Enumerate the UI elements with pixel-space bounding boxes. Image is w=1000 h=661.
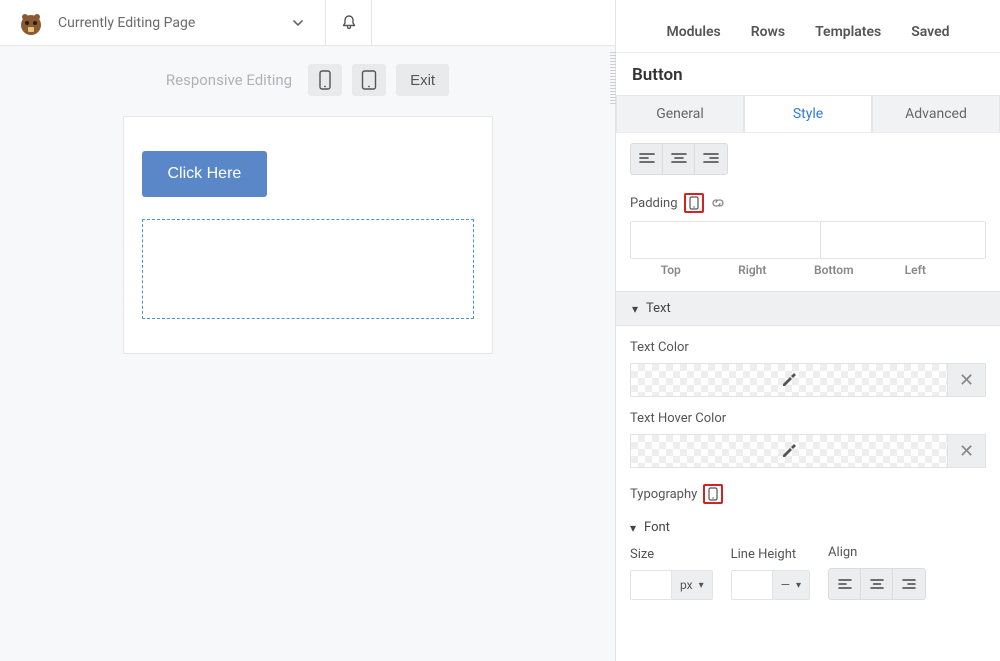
font-label: Font [644, 520, 670, 535]
font-subsection[interactable]: ▾ Font [630, 520, 986, 535]
eyedropper-icon [780, 371, 798, 389]
align-right-icon [703, 153, 719, 165]
align-center-icon [671, 153, 687, 165]
padding-bottom-label: Bottom [793, 263, 875, 277]
padding-top-input[interactable] [631, 222, 821, 258]
module-title: Button [616, 53, 1000, 95]
lineheight-unit-select[interactable]: — ▾ [772, 571, 809, 599]
typography-label: Typography [630, 487, 697, 502]
tablet-icon [361, 70, 377, 90]
align-left-button[interactable] [631, 144, 663, 174]
padding-inputs: px [630, 221, 986, 259]
lineheight-input[interactable] [732, 571, 772, 599]
panel-body: Padding px Top Right Bottom Left ▾ Text [616, 133, 1000, 661]
device-mobile-button[interactable] [308, 64, 342, 96]
subtab-style[interactable]: Style [744, 95, 872, 132]
align-label: Align [828, 545, 926, 560]
padding-right-label: Right [712, 263, 794, 277]
mobile-icon [318, 70, 332, 90]
lineheight-input-group: — ▾ [731, 570, 810, 600]
sub-tabs: General Style Advanced [616, 95, 1000, 133]
padding-device-toggle[interactable] [684, 193, 704, 213]
beaver-logo-icon [14, 6, 48, 40]
padding-right-input[interactable] [821, 222, 986, 258]
drop-zone[interactable] [142, 219, 474, 319]
padding-label: Padding [630, 196, 678, 211]
section-text-title: Text [646, 301, 671, 316]
content-align-group [630, 143, 728, 175]
typography-row: Typography [630, 484, 986, 504]
chevron-down-icon: ▾ [796, 580, 801, 591]
text-hover-picker[interactable] [630, 434, 948, 468]
align-left-icon [639, 153, 655, 165]
size-label: Size [630, 547, 713, 562]
section-text[interactable]: ▾ Text [616, 291, 1000, 326]
chevron-down-icon: ▾ [699, 580, 704, 591]
typography-controls: Size px ▾ Line Height — ▾ [630, 545, 986, 600]
panel-top-tabs: Modules Rows Templates Saved [616, 0, 1000, 53]
text-hover-row: ✕ [630, 434, 986, 468]
exit-responsive-button[interactable]: Exit [396, 64, 449, 96]
align-col: Align [828, 545, 926, 600]
padding-top-label: Top [630, 263, 712, 277]
chevron-down-icon: ▾ [630, 521, 636, 535]
page-title: Currently Editing Page [58, 15, 195, 31]
work-area: Responsive Editing Exit Click Here [0, 46, 615, 661]
text-color-row: ✕ [630, 363, 986, 397]
subtab-advanced[interactable]: Advanced [872, 95, 1000, 132]
text-align-center-button[interactable] [861, 569, 893, 599]
lineheight-col: Line Height — ▾ [731, 547, 810, 600]
close-icon: ✕ [959, 441, 974, 462]
text-hover-clear[interactable]: ✕ [948, 434, 986, 468]
text-color-clear[interactable]: ✕ [948, 363, 986, 397]
size-input[interactable] [631, 571, 671, 599]
chevron-down-icon [291, 16, 305, 30]
align-center-button[interactable] [663, 144, 695, 174]
canvas[interactable]: Click Here [123, 116, 493, 354]
tab-saved[interactable]: Saved [911, 24, 949, 40]
settings-panel: Modules Rows Templates Saved Button Gene… [615, 0, 1000, 661]
padding-left-label: Left [875, 263, 957, 277]
text-color-label: Text Color [630, 340, 986, 355]
bell-icon [340, 14, 358, 32]
device-tablet-button[interactable] [352, 64, 386, 96]
close-icon: ✕ [959, 370, 974, 391]
preview-button[interactable]: Click Here [142, 151, 268, 197]
subtab-general[interactable]: General [616, 95, 744, 132]
lineheight-label: Line Height [731, 547, 810, 562]
text-hover-label: Text Hover Color [630, 411, 986, 426]
text-color-picker[interactable] [630, 363, 948, 397]
size-col: Size px ▾ [630, 547, 713, 600]
eyedropper-icon [780, 442, 798, 460]
page-selector[interactable]: Currently Editing Page [0, 0, 326, 45]
chevron-down-icon: ▾ [632, 302, 638, 316]
responsive-bar: Responsive Editing Exit [0, 46, 615, 102]
tab-modules[interactable]: Modules [666, 24, 720, 40]
align-right-button[interactable] [695, 144, 727, 174]
tab-rows[interactable]: Rows [751, 24, 785, 40]
panel-resize-handle[interactable] [610, 52, 616, 106]
notifications-button[interactable] [326, 0, 372, 45]
tab-templates[interactable]: Templates [815, 24, 881, 40]
text-align-group [828, 568, 926, 600]
text-align-right-button[interactable] [893, 569, 925, 599]
padding-row: Padding [630, 193, 986, 213]
size-unit-select[interactable]: px ▾ [671, 571, 712, 599]
typography-device-toggle[interactable] [703, 484, 723, 504]
padding-side-labels: Top Right Bottom Left [630, 263, 986, 277]
size-input-group: px ▾ [630, 570, 713, 600]
text-align-left-button[interactable] [829, 569, 861, 599]
responsive-label: Responsive Editing [166, 71, 292, 89]
padding-link-toggle[interactable] [710, 196, 726, 210]
